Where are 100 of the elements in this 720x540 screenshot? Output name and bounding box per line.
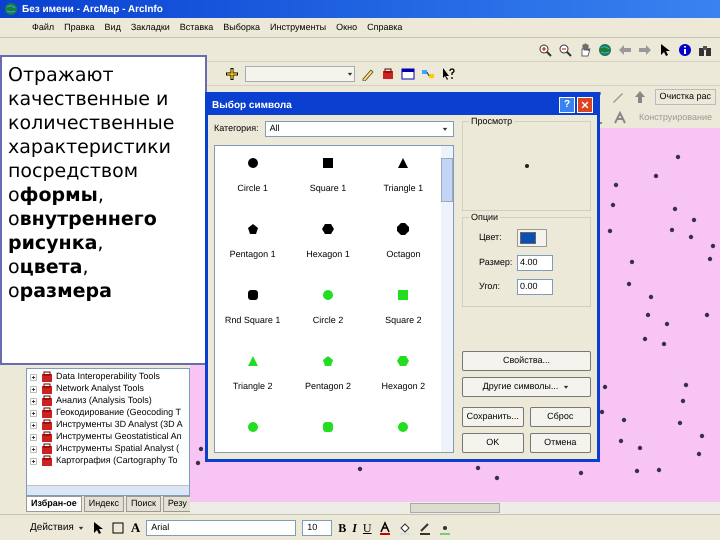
- panel-tab[interactable]: Индекс: [84, 496, 124, 512]
- text-tool-button[interactable]: A: [130, 518, 140, 538]
- expand-icon[interactable]: [29, 408, 38, 418]
- category-label: Категория:: [214, 122, 259, 136]
- toolbox-item[interactable]: Геокодирование (Geocoding T: [56, 406, 181, 420]
- field-label: Размер:: [479, 256, 514, 270]
- globe-icon: [4, 2, 18, 16]
- toolbox-icon: [40, 454, 54, 468]
- toolbox-icon: [40, 442, 54, 456]
- expand-icon[interactable]: [29, 420, 38, 430]
- field-label: Угол:: [479, 280, 501, 294]
- actions-menu-button[interactable]: Действия: [30, 520, 85, 535]
- expand-icon[interactable]: [29, 456, 38, 466]
- angle-field[interactable]: 0.00: [517, 279, 553, 295]
- toolbox-icon: [40, 406, 54, 420]
- toolbox-icon: [40, 394, 54, 408]
- expand-icon[interactable]: [29, 396, 38, 406]
- expand-icon[interactable]: [29, 444, 38, 454]
- panel-tab[interactable]: Поиск: [126, 496, 161, 512]
- window-icon[interactable]: [401, 66, 415, 80]
- menu-item[interactable]: Закладки: [128, 20, 172, 34]
- scroll-thumb[interactable]: [441, 158, 453, 202]
- symbol-label: Triangle 2: [232, 380, 272, 393]
- size-field[interactable]: 4.00: [517, 255, 553, 271]
- properties-button[interactable]: Свойства...: [462, 351, 591, 371]
- group-label: Опции: [469, 211, 500, 224]
- layer-field[interactable]: [245, 66, 355, 82]
- toolbox-item[interactable]: Инструменты Geostatistical An: [56, 430, 182, 444]
- toolbox-item[interactable]: Data Interoperability Tools: [56, 370, 160, 384]
- menu-item[interactable]: Вставка: [178, 20, 216, 34]
- info-icon[interactable]: [678, 42, 692, 56]
- dialog-title: Выбор символа: [212, 98, 292, 112]
- toolbox-item[interactable]: Network Analyst Tools: [56, 382, 144, 396]
- menu-item[interactable]: Файл: [30, 20, 56, 34]
- category-dropdown[interactable]: All: [264, 121, 454, 137]
- dropdown-arrow-icon: [562, 383, 570, 391]
- symbol-list[interactable]: Circle 1 Square 1 Triangle 1 Pentagon 1 Hexagon 1 Octagon Rnd Square 1 Circle 2 Square 2 Triangle 2 Pentagon 2 Hexagon 2: [214, 145, 454, 453]
- symbol-label: Pentagon 2: [304, 380, 352, 393]
- square-symbol-icon[interactable]: [320, 156, 335, 170]
- symbol-label: Circle 2: [312, 314, 344, 327]
- map-scrollbar[interactable]: [190, 502, 720, 514]
- fill-color-icon[interactable]: [398, 520, 412, 534]
- toolbox-item[interactable]: Инструменты 3D Analyst (3D A: [56, 418, 183, 432]
- toolbox-icon[interactable]: [381, 66, 395, 80]
- menu-item[interactable]: Выборка: [221, 20, 262, 34]
- symbol-label: Square 1: [310, 182, 346, 195]
- pentagon-symbol-icon[interactable]: [246, 222, 260, 236]
- more-symbols-button[interactable]: Другие символы...: [462, 377, 591, 397]
- menu-item[interactable]: Вид: [102, 20, 123, 34]
- edit-arrow-icon[interactable]: [632, 90, 646, 104]
- field-label: Цвет:: [479, 231, 503, 244]
- expand-icon[interactable]: [29, 372, 38, 382]
- rounded-symbol-icon[interactable]: [246, 288, 260, 302]
- toolbox-item[interactable]: Анализ (Analysis Tools): [56, 394, 152, 408]
- toolbox-item[interactable]: Инструменты Spatial Analyst (: [56, 442, 180, 456]
- toolbox-icon: [40, 418, 54, 432]
- menu-item[interactable]: Окно: [334, 20, 360, 34]
- editor-icon[interactable]: [361, 66, 375, 80]
- color-picker-button[interactable]: [517, 229, 547, 247]
- vertical-scrollbar[interactable]: [441, 146, 453, 452]
- reset-button[interactable]: Сброс: [530, 407, 591, 427]
- font-size-field[interactable]: 10: [302, 520, 332, 536]
- italic-button[interactable]: I: [352, 518, 357, 536]
- toolbar-button[interactable]: Очистка рас: [654, 89, 716, 105]
- save-button[interactable]: Сохранить...: [462, 407, 524, 427]
- expand-icon[interactable]: [29, 384, 38, 394]
- toolbox-icon: [40, 382, 54, 396]
- underline-button[interactable]: U: [362, 518, 372, 536]
- close-button[interactable]: [577, 97, 593, 113]
- toolbox-icon: [40, 370, 54, 384]
- hexagon-symbol-icon[interactable]: [320, 222, 335, 236]
- help-icon[interactable]: [441, 66, 455, 80]
- ok-button[interactable]: OK: [462, 433, 524, 453]
- callout-bullet: оразмера: [8, 279, 113, 303]
- octagon-symbol-icon[interactable]: [396, 222, 410, 236]
- panel-tab[interactable]: Избран-ое: [26, 496, 82, 512]
- zoom-out-icon[interactable]: [558, 42, 572, 56]
- menu-item[interactable]: Инструменты: [268, 20, 328, 34]
- cancel-button[interactable]: Отмена: [530, 433, 591, 453]
- help-button[interactable]: ?: [559, 97, 575, 113]
- zoom-in-icon[interactable]: [538, 42, 552, 56]
- font-color-icon[interactable]: [378, 520, 392, 534]
- expand-icon[interactable]: [29, 432, 38, 442]
- triangle-symbol-icon[interactable]: [396, 156, 410, 170]
- symbol-label: Circle 1: [237, 182, 268, 195]
- font-field[interactable]: Arial: [146, 520, 296, 536]
- horizontal-scrollbar[interactable]: [27, 485, 189, 495]
- rectangle-icon[interactable]: [110, 520, 125, 534]
- toolbox-item[interactable]: Картография (Cartography To: [56, 454, 178, 468]
- symbol-label: Hexagon 1: [306, 248, 350, 261]
- scroll-thumb[interactable]: [410, 503, 500, 513]
- menu-item[interactable]: Правка: [62, 20, 97, 34]
- globe-icon[interactable]: [598, 42, 612, 56]
- menu-item[interactable]: Справка: [365, 20, 404, 34]
- line-color-icon[interactable]: [418, 520, 432, 534]
- bold-button[interactable]: B: [338, 518, 346, 536]
- panel-tab[interactable]: Резу: [162, 496, 192, 512]
- pointer-icon[interactable]: [658, 42, 672, 56]
- circle-symbol-icon[interactable]: [246, 156, 260, 170]
- add-data-icon[interactable]: [225, 66, 239, 80]
